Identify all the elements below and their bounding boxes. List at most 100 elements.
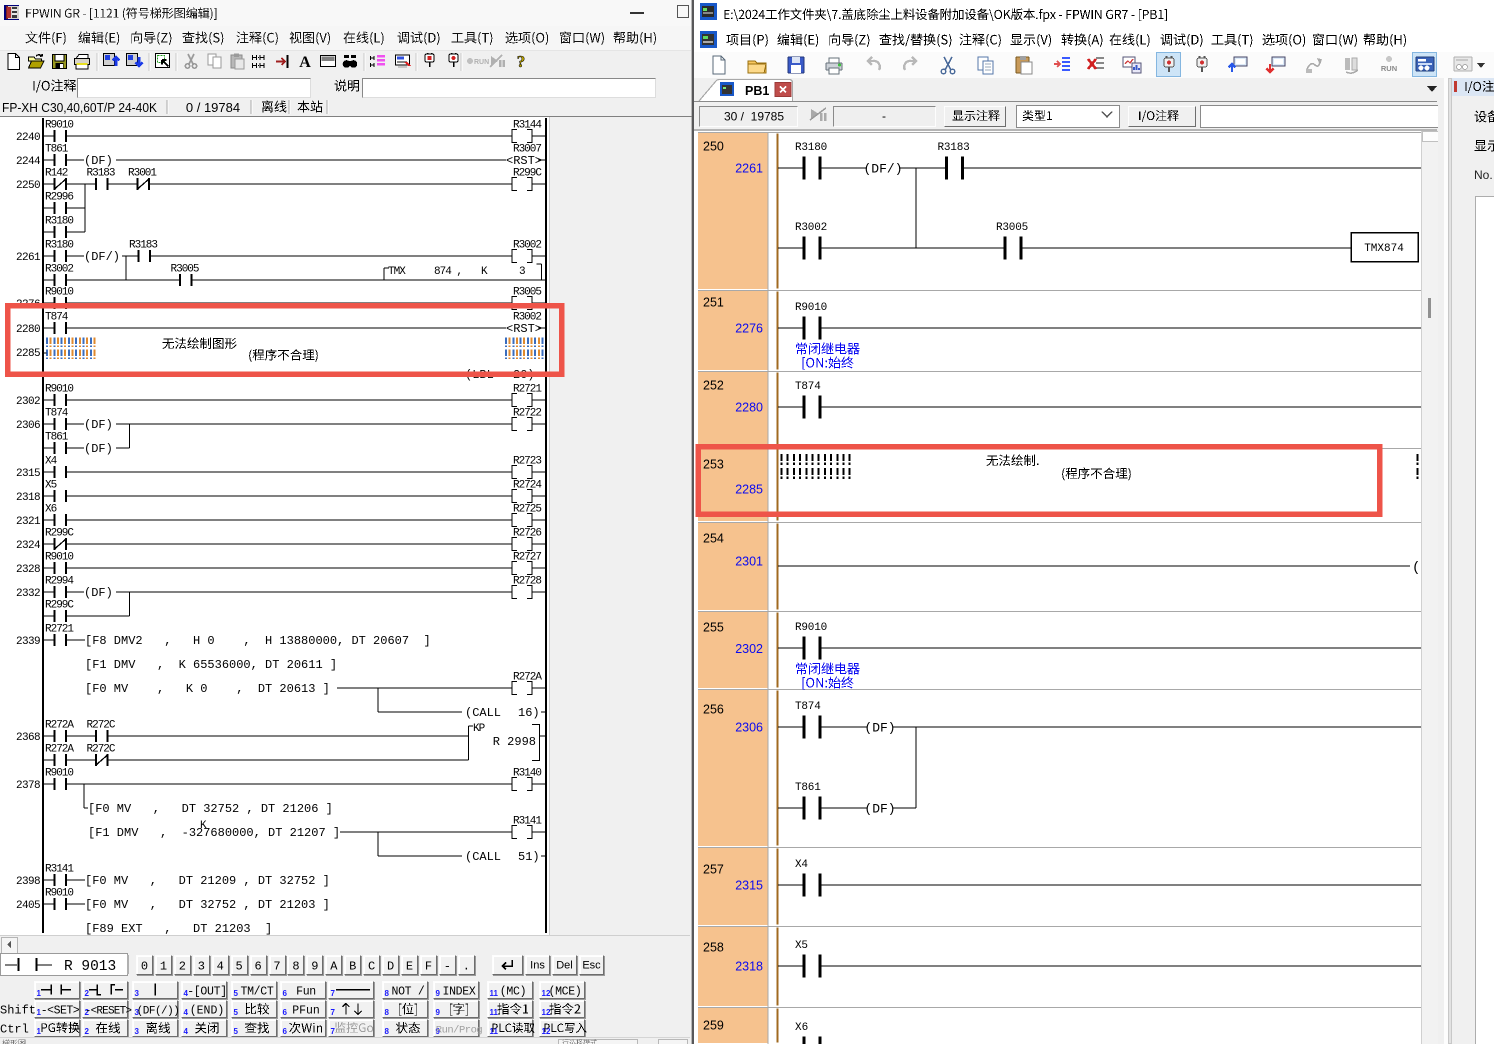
svg-text:6: 6 — [283, 989, 288, 998]
svg-text:3: 3 — [198, 960, 205, 974]
svg-text:D: D — [387, 960, 394, 974]
svg-text:8: 8 — [292, 960, 299, 974]
svg-text:R3141: R3141 — [45, 864, 74, 876]
svg-text:TM/CT: TM/CT — [240, 986, 273, 999]
svg-text:R2727: R2727 — [513, 552, 541, 564]
svg-text:2: 2 — [85, 989, 90, 998]
svg-text:(CALL: (CALL — [465, 850, 501, 864]
svg-text:R2994: R2994 — [45, 576, 74, 588]
svg-text:7: 7 — [331, 1027, 336, 1036]
svg-text:[F0 MV , K 0 , DT 206: [F0 MV , K 0 , DT 20613 ] — [85, 682, 330, 696]
svg-text:R9010: R9010 — [45, 552, 73, 564]
svg-text:R2721: R2721 — [513, 384, 542, 396]
svg-text:R3002: R3002 — [45, 264, 73, 276]
svg-text:R272A: R272A — [45, 744, 74, 756]
svg-text:T861: T861 — [45, 432, 69, 444]
svg-text:R272C: R272C — [87, 720, 116, 732]
svg-text:2280: 2280 — [16, 324, 40, 336]
svg-text:(DF): (DF) — [84, 586, 113, 600]
svg-text:5: 5 — [236, 960, 243, 974]
svg-text:[F0 MV , DT 32752 , DT 212: [F0 MV , DT 32752 , DT 21206 ] — [88, 802, 333, 816]
svg-text:2321: 2321 — [16, 516, 41, 528]
svg-text:F: F — [425, 960, 432, 974]
svg-text:9: 9 — [436, 1008, 441, 1017]
svg-text:2306: 2306 — [16, 420, 40, 432]
svg-text:X5: X5 — [795, 940, 808, 952]
svg-text:2302: 2302 — [735, 642, 763, 656]
svg-text:2318: 2318 — [16, 492, 40, 504]
svg-text:7: 7 — [331, 1008, 336, 1017]
svg-text:Del: Del — [556, 960, 573, 972]
svg-text:254: 254 — [703, 532, 724, 546]
svg-text:R9010: R9010 — [45, 888, 73, 900]
svg-text:Fun: Fun — [296, 986, 316, 999]
svg-text:2378: 2378 — [16, 780, 40, 792]
svg-text:(DF): (DF) — [864, 721, 895, 736]
svg-text:KP: KP — [473, 723, 486, 735]
svg-text:2240: 2240 — [16, 132, 40, 144]
svg-text:R2723: R2723 — [513, 456, 541, 468]
svg-text:X4: X4 — [45, 456, 58, 468]
svg-text:2339: 2339 — [16, 636, 40, 648]
svg-text:259: 259 — [703, 1019, 724, 1033]
svg-text:R3183: R3183 — [87, 168, 115, 180]
svg-text:3: 3 — [135, 1027, 140, 1036]
svg-text:2405: 2405 — [16, 900, 40, 912]
svg-text:5: 5 — [234, 989, 239, 998]
svg-text:<RST>: <RST> — [506, 154, 542, 168]
svg-text:8: 8 — [385, 1008, 390, 1017]
svg-text:2324: 2324 — [16, 540, 41, 552]
svg-text:T874: T874 — [795, 701, 821, 713]
svg-text:2276: 2276 — [735, 322, 763, 336]
svg-text:16): 16) — [518, 706, 540, 720]
svg-text:2244: 2244 — [16, 156, 41, 168]
svg-text:R3005: R3005 — [996, 222, 1028, 234]
svg-text:No.: No. — [1474, 168, 1493, 182]
svg-text:3: 3 — [519, 266, 526, 278]
svg-text:K: K — [481, 266, 488, 278]
svg-text:Ctrl: Ctrl — [0, 1023, 29, 1037]
svg-text:A: A — [299, 54, 311, 71]
svg-text:2398: 2398 — [16, 876, 40, 888]
svg-text:8: 8 — [385, 989, 390, 998]
svg-text:[F1 DMV , K 65536000, DT 20: [F1 DMV , K 65536000, DT 20611 ] — [85, 658, 337, 672]
svg-text:B: B — [349, 960, 356, 974]
svg-text:12: 12 — [542, 1008, 551, 1017]
svg-text:T874: T874 — [45, 408, 69, 420]
svg-text:2: 2 — [179, 960, 186, 974]
svg-text:6: 6 — [254, 960, 261, 974]
svg-text:-<RESET>: -<RESET> — [85, 1006, 132, 1018]
svg-text:R2728: R2728 — [513, 576, 541, 588]
svg-text:R3141: R3141 — [513, 816, 542, 828]
svg-text:Ins: Ins — [530, 960, 545, 972]
svg-text:R9010: R9010 — [795, 302, 827, 314]
svg-text:-[OUT]: -[OUT] — [187, 986, 227, 999]
svg-text:-: - — [444, 960, 451, 974]
svg-text:T861: T861 — [795, 782, 821, 794]
svg-text:2332: 2332 — [16, 588, 40, 600]
svg-text:5: 5 — [234, 1027, 239, 1036]
svg-text:(DF): (DF) — [84, 442, 113, 456]
svg-text:R3002: R3002 — [795, 222, 827, 234]
svg-text:(CALL: (CALL — [465, 706, 501, 720]
svg-text:(DF/): (DF/) — [863, 162, 902, 177]
svg-text:R3180: R3180 — [45, 216, 73, 228]
svg-text:1: 1 — [37, 1027, 42, 1036]
svg-text:R272A: R272A — [513, 672, 542, 684]
svg-text:251: 251 — [703, 296, 724, 310]
svg-text:(DF): (DF) — [84, 154, 113, 168]
svg-text:T874: T874 — [45, 312, 69, 324]
svg-text:Run/Prog: Run/Prog — [436, 1025, 483, 1037]
svg-text:2285: 2285 — [16, 348, 40, 360]
svg-text:INDEX: INDEX — [442, 986, 475, 999]
svg-text:1: 1 — [160, 960, 167, 974]
svg-text:Shift: Shift — [0, 1004, 36, 1018]
svg-text:FP-XH C30,40,60T/P 24-40K: FP-XH C30,40,60T/P 24-40K — [2, 100, 157, 115]
svg-text:Esc: Esc — [582, 960, 601, 972]
svg-text:R2726: R2726 — [513, 528, 541, 540]
svg-text:2280: 2280 — [735, 401, 763, 415]
svg-text:R272C: R272C — [87, 744, 116, 756]
svg-text:R2721: R2721 — [45, 624, 74, 636]
svg-text:250: 250 — [703, 140, 724, 154]
svg-text:R3180: R3180 — [795, 142, 827, 154]
